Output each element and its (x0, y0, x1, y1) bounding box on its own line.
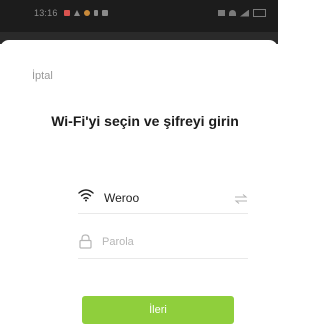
cancel-button[interactable]: İptal (32, 70, 53, 82)
switch-network-icon[interactable] (234, 191, 248, 209)
warning-icon (74, 10, 80, 16)
system-icons (218, 9, 266, 17)
password-row (78, 230, 248, 259)
next-button[interactable]: İleri (82, 296, 234, 324)
wifi-network-row[interactable]: Weroo (78, 185, 248, 214)
app-notification-icon (84, 10, 90, 16)
lock-icon (79, 234, 92, 254)
wifi-ssid: Weroo (104, 191, 140, 205)
signal-icon (240, 9, 249, 17)
notification-icons (64, 10, 108, 16)
download-icon (94, 10, 98, 16)
gallery-icon (102, 10, 108, 16)
status-bar: 13:16 (0, 0, 278, 32)
battery-icon (253, 9, 266, 17)
page-title: Wi-Fi'yi seçin ve şifreyi girin (51, 113, 239, 129)
vibrate-icon (218, 10, 225, 16)
wifi-setup-sheet: İptal Wi-Fi'yi seçin ve şifreyi girin We… (0, 40, 278, 327)
wifi-icon (229, 10, 236, 16)
status-time: 13:16 (34, 8, 58, 18)
wifi-icon (78, 188, 94, 207)
record-indicator-icon (64, 10, 70, 16)
password-field[interactable] (102, 232, 242, 252)
